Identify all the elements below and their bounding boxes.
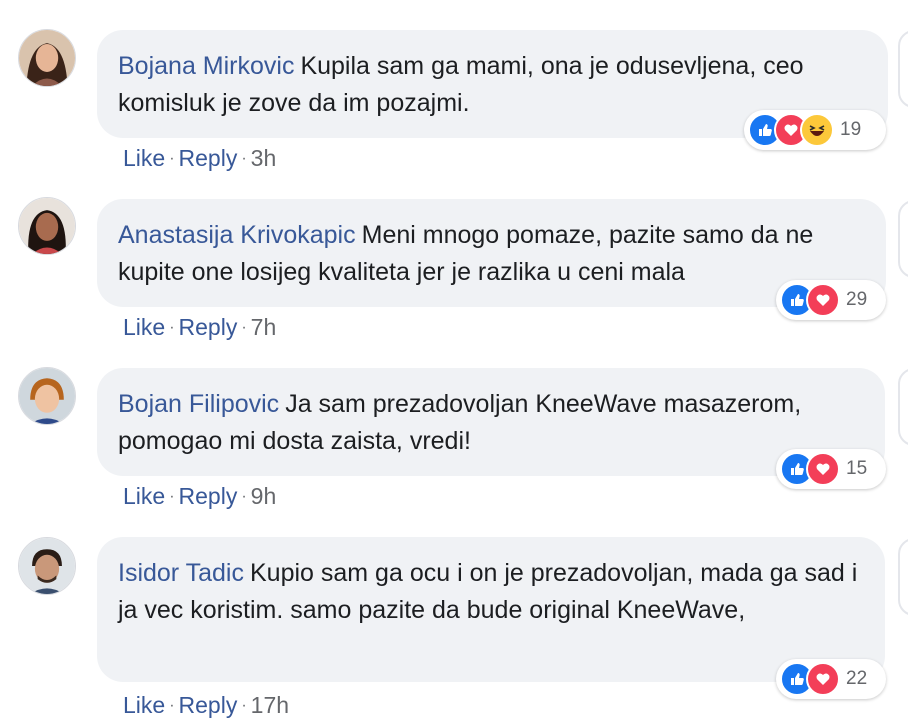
author-name[interactable]: Isidor Tadic — [118, 559, 244, 587]
timestamp[interactable]: 3h — [251, 145, 277, 172]
love-icon — [806, 452, 840, 486]
separator: · — [169, 696, 175, 714]
like-link[interactable]: Like — [123, 692, 165, 719]
separator: · — [241, 696, 247, 714]
reaction-summary[interactable]: 22 — [776, 659, 886, 699]
avatar[interactable] — [18, 29, 76, 87]
reaction-count: 19 — [840, 119, 862, 140]
comment-bubble: Isidor Tadic Kupio sam ga ocu i on je pre… — [97, 537, 885, 682]
avatar[interactable] — [18, 367, 76, 425]
separator: · — [169, 487, 175, 505]
like-link[interactable]: Like — [123, 314, 165, 341]
separator: · — [169, 318, 175, 336]
reaction-summary[interactable]: 19 — [744, 110, 886, 150]
timestamp[interactable]: 7h — [251, 314, 277, 341]
like-link[interactable]: Like — [123, 483, 165, 510]
reaction-count: 29 — [846, 289, 868, 310]
comment-actions: Like · Reply · 3h — [123, 145, 276, 172]
clipped-edge-panel — [898, 538, 908, 616]
comment-actions: Like · Reply · 17h — [123, 692, 289, 719]
author-name[interactable]: Anastasija Krivokapic — [118, 221, 356, 249]
avatar[interactable] — [18, 197, 76, 255]
timestamp[interactable]: 9h — [251, 483, 277, 510]
love-icon — [806, 283, 840, 317]
reply-link[interactable]: Reply — [179, 692, 238, 719]
reaction-count: 15 — [846, 458, 868, 479]
separator: · — [241, 487, 247, 505]
love-icon — [806, 662, 840, 696]
avatar-photo — [19, 538, 75, 594]
haha-icon — [800, 113, 834, 147]
like-link[interactable]: Like — [123, 145, 165, 172]
author-name[interactable]: Bojan Filipovic — [118, 390, 279, 418]
comment-bubble: Anastasija Krivokapic Meni mnogo pomaze, … — [97, 199, 886, 307]
avatar-photo — [19, 198, 75, 254]
avatar[interactable] — [18, 537, 76, 595]
comment-bubble: Bojan Filipovic Ja sam prezadovoljan Knee… — [97, 368, 885, 476]
reply-link[interactable]: Reply — [179, 145, 238, 172]
comment-actions: Like · Reply · 7h — [123, 314, 276, 341]
comment-actions: Like · Reply · 9h — [123, 483, 276, 510]
reply-link[interactable]: Reply — [179, 483, 238, 510]
avatar-photo — [19, 30, 75, 86]
separator: · — [169, 149, 175, 167]
separator: · — [241, 318, 247, 336]
clipped-edge-panel — [898, 30, 908, 108]
reply-link[interactable]: Reply — [179, 314, 238, 341]
author-name[interactable]: Bojana Mirkovic — [118, 52, 294, 80]
reaction-summary[interactable]: 29 — [776, 280, 886, 320]
clipped-edge-panel — [898, 368, 908, 446]
timestamp[interactable]: 17h — [251, 692, 289, 719]
clipped-edge-panel — [898, 200, 908, 278]
separator: · — [241, 149, 247, 167]
reaction-count: 22 — [846, 668, 868, 689]
avatar-photo — [19, 368, 75, 424]
reaction-summary[interactable]: 15 — [776, 449, 886, 489]
